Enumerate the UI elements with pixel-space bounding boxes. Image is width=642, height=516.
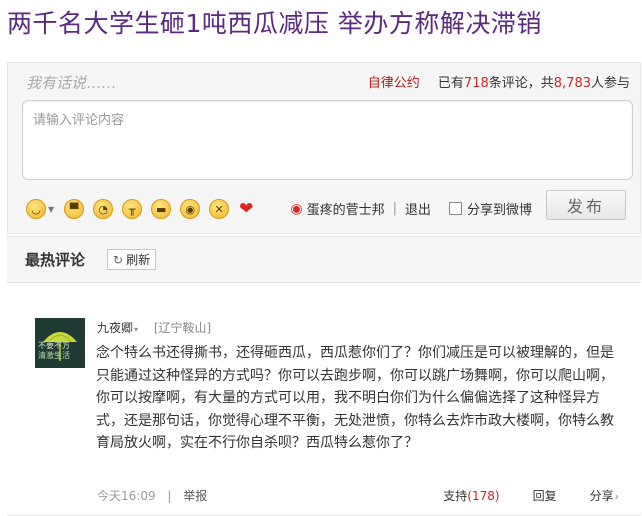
comment-user-line: 九夜卿▾ [辽宁鞍山] <box>97 319 211 336</box>
wow-emoji-icon[interactable]: ◉ <box>180 199 201 219</box>
shy-emoji-icon[interactable]: ◔ <box>93 199 114 219</box>
post-button[interactable]: 发布 <box>546 190 626 220</box>
refresh-button[interactable]: ↻ 刷新 <box>107 249 157 270</box>
support-label: 支持 <box>443 489 468 503</box>
share-button[interactable]: 分享› <box>590 487 619 504</box>
username[interactable]: 九夜卿 <box>97 321 133 335</box>
share-label: 分享 <box>589 489 614 503</box>
heart-emoji-icon[interactable]: ❤ <box>239 199 253 219</box>
stats-prefix: 已有 <box>437 76 464 91</box>
comment-content: 念个特么书还得撕书，还得砸西瓜，西瓜惹你们了？你们减压是可以被理解的，但是只能通… <box>96 345 614 451</box>
rules-link[interactable]: 自律公约 <box>368 76 420 91</box>
divider: | <box>167 489 172 503</box>
weibo-icon: ◉ <box>290 200 303 217</box>
support-button[interactable]: 支持(178) <box>443 487 499 504</box>
account-actions: ◉ 蛋疼的菅士邦 | 退出 分享到微博 <box>290 199 532 219</box>
composer-title: 我有话说…… <box>26 74 117 92</box>
stats-middle: 条评论，共 <box>488 76 554 91</box>
participant-count: 8,783 <box>553 76 591 91</box>
avatar[interactable]: 不要不方 清激生活 <box>35 318 85 368</box>
hot-comments-header: 最热评论 ↻ 刷新 <box>7 236 641 283</box>
avatar-text-line2: 清激生活 <box>38 351 70 360</box>
comment-stats: 自律公约 已有718条评论，共8,783人参与 <box>368 72 630 91</box>
report-link[interactable]: 举报 <box>183 489 207 503</box>
account-name[interactable]: 蛋疼的菅士邦 <box>307 199 385 218</box>
comment-actions: 支持(178) 回复 分享› <box>443 487 619 504</box>
comment-composer: 我有话说…… 自律公约 已有718条评论，共8,783人参与 请输入评论内容 ◡… <box>7 62 641 234</box>
divider: | <box>392 201 397 216</box>
smile-emoji-icon[interactable]: ◡ <box>26 199 46 219</box>
grin-emoji-icon[interactable]: ▬ <box>151 199 172 219</box>
emoji-dropdown-caret-icon[interactable]: ▼ <box>48 205 54 214</box>
support-count: (178) <box>467 489 500 503</box>
refresh-label: 刷新 <box>126 253 151 267</box>
share-weibo-checkbox[interactable] <box>448 202 462 215</box>
comment-count[interactable]: 718 <box>464 76 489 91</box>
article-headline: 两千名大学生砸1吨西瓜减压 举办方称解决滞销 <box>7 9 542 38</box>
chevron-right-icon: › <box>614 490 619 503</box>
comment-meta: 今天16:09 | 举报 <box>97 487 207 504</box>
comment-item: 不要不方 清激生活 九夜卿▾ [辽宁鞍山] 念个特么书还得撕书，还得砸西瓜，西瓜… <box>7 284 641 516</box>
refresh-icon: ↻ <box>113 252 124 267</box>
stats-suffix: 人参与 <box>590 76 630 91</box>
reply-button[interactable]: 回复 <box>533 487 557 504</box>
emoji-bar: ◡ ▼ ▀ ◔ ╥ ▬ ◉ ✕ ❤ <box>26 197 253 221</box>
user-location: [辽宁鞍山] <box>153 321 212 335</box>
user-menu-caret-icon[interactable]: ▾ <box>134 325 138 334</box>
cry-emoji-icon[interactable]: ╥ <box>122 199 143 219</box>
dizzy-emoji-icon[interactable]: ✕ <box>209 199 230 219</box>
comment-time: 今天16:09 <box>97 489 156 503</box>
laugh-emoji-icon[interactable]: ▀ <box>64 199 85 219</box>
logout-link[interactable]: 退出 <box>405 199 431 218</box>
comment-textarea[interactable]: 请输入评论内容 <box>22 100 633 180</box>
share-weibo-label[interactable]: 分享到微博 <box>467 199 532 218</box>
hot-comments-title: 最热评论 <box>25 251 86 269</box>
avatar-text-line1: 不要不方 <box>38 341 70 350</box>
